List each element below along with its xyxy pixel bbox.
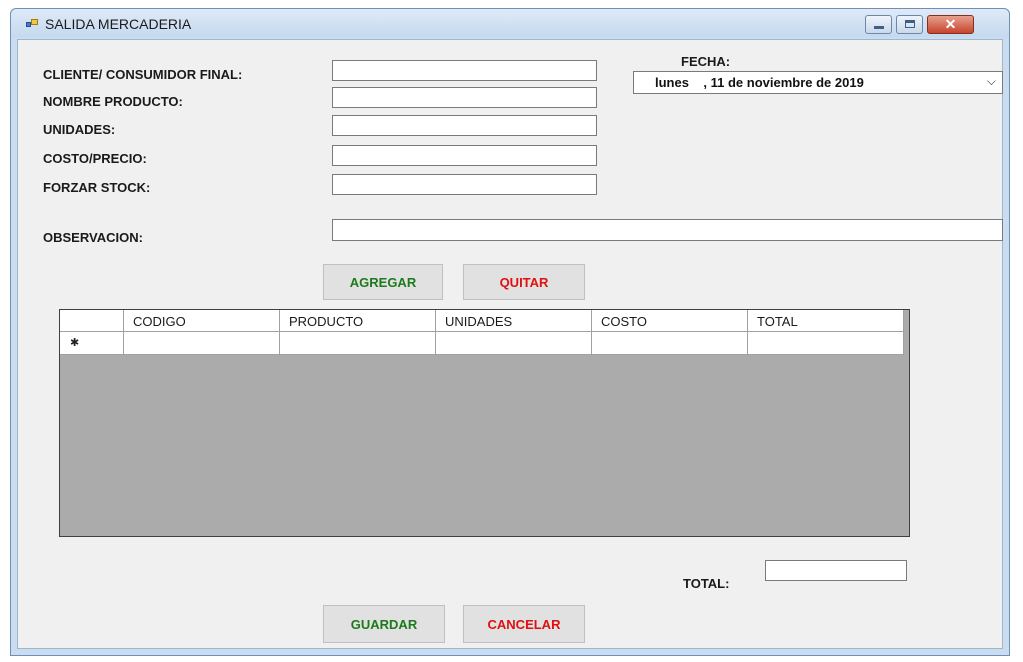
new-row[interactable]: ✱ — [60, 332, 904, 355]
unidades-label: UNIDADES: — [43, 122, 116, 137]
column-header-codigo[interactable]: CODIGO — [124, 310, 280, 332]
agregar-button[interactable]: AGREGAR — [323, 264, 443, 300]
new-row-cell-unidades[interactable] — [436, 332, 592, 355]
nombre-producto-input[interactable] — [332, 87, 597, 108]
unidades-input[interactable] — [332, 115, 597, 136]
close-button[interactable]: ✕ — [927, 15, 974, 34]
window-title: SALIDA MERCADERIA — [45, 16, 192, 32]
app-window: SALIDA MERCADERIA ✕ CLIENTE/ CONSUMIDOR … — [10, 8, 1010, 656]
close-icon: ✕ — [944, 16, 957, 32]
total-label: TOTAL: — [683, 576, 730, 591]
cliente-label: CLIENTE/ CONSUMIDOR FINAL: — [43, 67, 243, 82]
forzar-stock-label: FORZAR STOCK: — [43, 180, 151, 195]
new-row-cell-total[interactable] — [748, 332, 904, 355]
app-icon — [26, 19, 38, 29]
title-bar[interactable]: SALIDA MERCADERIA ✕ — [11, 9, 1009, 37]
new-row-cell-codigo[interactable] — [124, 332, 280, 355]
column-header-producto[interactable]: PRODUCTO — [280, 310, 436, 332]
minimize-icon — [874, 26, 884, 29]
cancelar-button[interactable]: CANCELAR — [463, 605, 585, 643]
chevron-down-icon[interactable]: ⌵ — [987, 74, 996, 89]
column-header-total[interactable]: TOTAL — [748, 310, 904, 332]
new-row-cell-producto[interactable] — [280, 332, 436, 355]
new-row-icon: ✱ — [70, 337, 80, 349]
quitar-button[interactable]: QUITAR — [463, 264, 585, 300]
new-row-cell-costo[interactable] — [592, 332, 748, 355]
cliente-input[interactable] — [332, 60, 597, 81]
total-input[interactable] — [765, 560, 907, 581]
fecha-label: FECHA: — [681, 54, 731, 69]
products-grid[interactable]: CODIGO PRODUCTO UNIDADES COSTO TOTAL ✱ — [59, 309, 910, 537]
column-header-unidades[interactable]: UNIDADES — [436, 310, 592, 332]
nombre-producto-label: NOMBRE PRODUCTO: — [43, 94, 183, 109]
column-header-costo[interactable]: COSTO — [592, 310, 748, 332]
observacion-label: OBSERVACION: — [43, 230, 143, 245]
costo-input[interactable] — [332, 145, 597, 166]
row-header[interactable]: ✱ — [60, 332, 124, 355]
minimize-button[interactable] — [865, 15, 892, 34]
maximize-button[interactable] — [896, 15, 923, 34]
guardar-button[interactable]: GUARDAR — [323, 605, 445, 643]
observacion-input[interactable] — [332, 219, 1003, 241]
costo-label: COSTO/PRECIO: — [43, 151, 147, 166]
maximize-icon — [905, 20, 915, 28]
fecha-value: lunes , 11 de noviembre de 2019 — [655, 75, 864, 90]
grid-header: CODIGO PRODUCTO UNIDADES COSTO TOTAL — [60, 310, 904, 332]
grid-corner-header[interactable] — [60, 310, 124, 332]
forzar-stock-input[interactable] — [332, 174, 597, 195]
fecha-date-picker[interactable]: lunes , 11 de noviembre de 2019 ⌵ — [633, 71, 1003, 94]
